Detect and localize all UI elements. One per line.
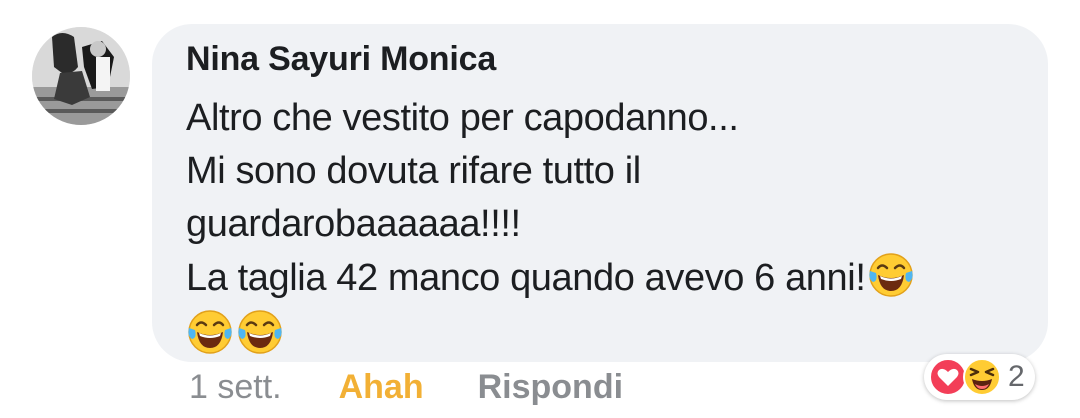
comment-line: guardarobaaaaaa!!!! <box>186 203 521 245</box>
reaction-button[interactable]: Ahah <box>339 368 424 407</box>
reaction-summary[interactable]: 2 <box>924 354 1035 400</box>
face-with-tears-of-joy-icon <box>236 308 284 356</box>
comment-line-with-emoji: La taglia 42 manco quando avevo 6 anni! <box>186 251 1016 305</box>
face-with-tears-of-joy-icon <box>186 308 234 356</box>
comment-line: Mi sono dovuta rifare tutto il <box>186 150 641 192</box>
comment-actions: 1 sett. Ahah Rispondi <box>189 368 623 407</box>
emoji-row <box>186 308 1016 362</box>
comment-author[interactable]: Nina Sayuri Monica <box>186 40 496 79</box>
comment-line: Altro che vestito per capodanno... <box>186 97 739 139</box>
face-with-tears-of-joy-icon <box>867 251 915 299</box>
reaction-count: 2 <box>1008 360 1025 393</box>
profile-photo <box>32 27 130 125</box>
reply-button[interactable]: Rispondi <box>478 368 623 407</box>
laughing-face-icon <box>963 358 1001 396</box>
avatar[interactable] <box>32 27 130 125</box>
comment-text: Altro che vestito per capodanno... Mi so… <box>186 92 1016 362</box>
timestamp-link[interactable]: 1 sett. <box>189 368 282 407</box>
comment-line-text: La taglia 42 manco quando avevo 6 anni! <box>186 257 866 299</box>
